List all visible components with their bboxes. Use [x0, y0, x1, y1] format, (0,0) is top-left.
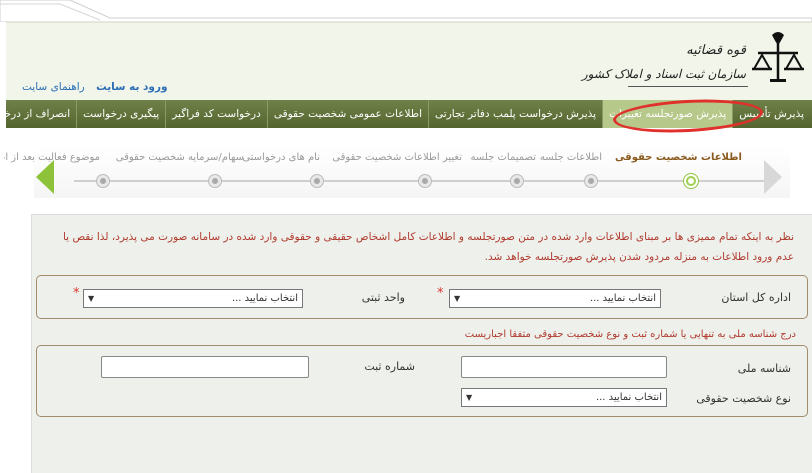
registry-unit-label: واحد ثبتی — [361, 291, 405, 304]
prev-steps-arrow-icon[interactable] — [36, 160, 54, 194]
nav-minutes-changes[interactable]: پذیرش صورتجلسه تغییرات — [602, 100, 733, 128]
judiciary-emblem-icon — [752, 32, 804, 82]
form-notice: نظر به اینکه تمام ممیزی ها بر مبنای اطلا… — [62, 231, 794, 263]
form-panel: نظر به اینکه تمام ممیزی ها بر مبنای اطلا… — [31, 214, 812, 473]
step-dot-1[interactable] — [684, 174, 698, 188]
step-dot-5[interactable] — [310, 174, 324, 188]
national-id-input[interactable] — [461, 356, 667, 378]
chevron-down-icon: ▼ — [466, 393, 473, 402]
header-links: ورود به سایت راهنمای سایت — [14, 81, 168, 93]
province-label: اداره کل استان — [721, 291, 791, 304]
province-select[interactable]: انتخاب نمایید ... ▼ — [449, 289, 661, 308]
registration-number-label: شماره ثبت — [364, 360, 415, 373]
step-entity-info[interactable]: اطلاعات شخصیت حقوقی — [615, 152, 742, 163]
step-dot-4[interactable] — [418, 174, 432, 188]
main-navbar: پذیرش تأسیس پذیرش صورتجلسه تغییرات پذیرش… — [0, 100, 812, 128]
step-shares-capital[interactable]: سهام/سرمایه شخصیت حقوقی — [116, 152, 244, 163]
site-guide-link[interactable]: راهنمای سایت — [22, 81, 85, 93]
nav-entity-info[interactable]: اطلاعات عمومی شخصیت حقوقی — [266, 100, 428, 128]
logo-subtitle: سازمان ثبت اسناد و املاک کشور — [581, 67, 746, 81]
nav-establishment[interactable]: پذیرش تأسیس — [732, 100, 810, 128]
registry-unit-select-value: انتخاب نمایید ... — [231, 293, 298, 304]
national-id-label: شناسه ملی — [737, 362, 791, 375]
entity-type-label: نوع شخصیت حقوقی — [696, 392, 791, 405]
step-change-entity-info[interactable]: تغییر اطلاعات شخصیت حقوقی — [332, 152, 462, 163]
step-requested-names[interactable]: نام های درخواستی — [242, 152, 320, 163]
browser-tab-decoration — [0, 0, 812, 22]
login-link[interactable]: ورود به سایت — [96, 81, 167, 93]
chevron-down-icon: ▼ — [88, 294, 95, 303]
nav-book-seal[interactable]: پذیرش درخواست پلمب دفاتر تجارتی — [428, 100, 602, 128]
identity-group: شناسه ملی شماره ثبت نوع شخصیت حقوقی انتخ… — [36, 345, 808, 417]
nav-track-request[interactable]: پیگیری درخواست — [76, 100, 165, 128]
logo-underline — [628, 86, 748, 87]
logo-title: قوه قضائیه — [686, 43, 746, 58]
step-dot-7[interactable] — [96, 174, 110, 188]
id-notice: درج شناسه ملی به تنهایی یا شماره ثبت و ن… — [464, 329, 796, 340]
step-meeting-decisions[interactable]: تصمیمات جلسه — [471, 152, 536, 163]
step-meeting-info[interactable]: اطلاعات جلسه — [540, 152, 602, 163]
step-dot-6[interactable] — [208, 174, 222, 188]
wizard-steps: اطلاعات شخصیت حقوقی اطلاعات جلسه تصمیمات… — [4, 146, 790, 198]
step-activity-subject[interactable]: موضوع فعالیت بعد از اصلاح — [4, 152, 100, 163]
nav-cancel-request[interactable]: انصراف از درخواست — [0, 100, 76, 128]
step-dot-3[interactable] — [510, 174, 524, 188]
province-required-mark: * — [437, 286, 444, 301]
province-select-value: انتخاب نمایید ... — [589, 293, 656, 304]
site-header: قوه قضائیه سازمان ثبت اسناد و املاک کشور… — [6, 22, 812, 100]
entity-type-select[interactable]: انتخاب نمایید ... ▼ — [461, 388, 667, 407]
chevron-down-icon: ▼ — [454, 294, 461, 303]
step-dot-2[interactable] — [584, 174, 598, 188]
nav-comprehensive-code[interactable]: درخواست کد فراگیر — [165, 100, 267, 128]
registry-unit-select[interactable]: انتخاب نمایید ... ▼ — [83, 289, 303, 308]
unit-required-mark: * — [73, 286, 80, 301]
next-steps-arrow-icon[interactable] — [764, 160, 782, 194]
location-group: اداره کل استان انتخاب نمایید ... ▼ * واح… — [36, 275, 808, 319]
registration-number-input[interactable] — [101, 356, 309, 378]
entity-type-select-value: انتخاب نمایید ... — [595, 392, 662, 403]
